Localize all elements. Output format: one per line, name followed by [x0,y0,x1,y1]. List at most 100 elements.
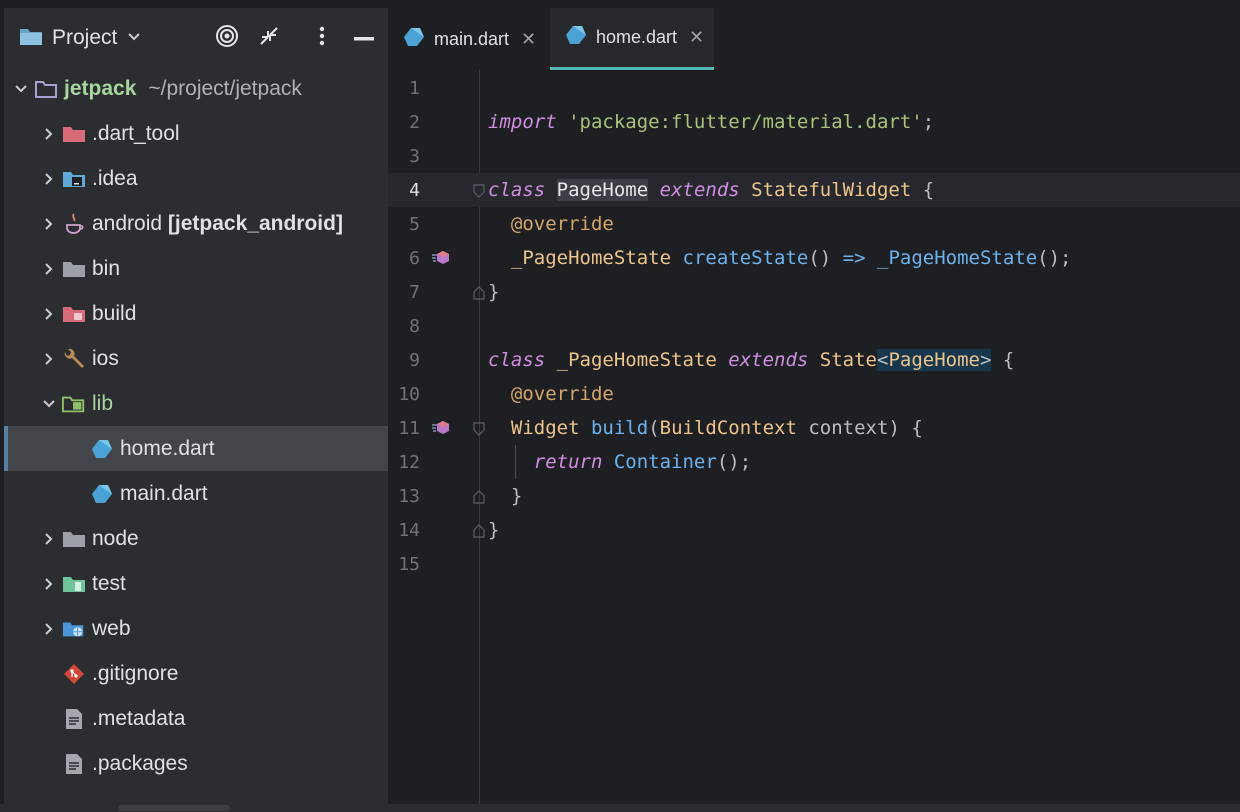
folder-icon [18,25,44,52]
tab-label: home.dart [596,27,678,47]
close-icon[interactable]: ✕ [521,29,536,50]
tree-item-home-dart[interactable]: home.dart [4,426,388,471]
keyword: return [533,451,603,473]
root-name: jetpack [64,76,137,100]
code-line[interactable]: 12 return Container(); [388,445,1240,479]
project-view-selector[interactable]: Project [18,25,141,51]
chevron-down-icon [127,29,141,47]
chevron-right-icon[interactable] [42,532,56,546]
chevron-down-icon[interactable] [42,397,56,411]
tree-item-bin[interactable]: bin [4,246,388,291]
tree-item-dart-tool[interactable]: .dart_tool [4,111,388,156]
collapse-icon [258,25,280,52]
source-folder-icon [62,393,86,415]
root-path: ~/project/jetpack [148,76,302,100]
scrollbar-thumb[interactable] [118,805,230,811]
keyword: class [488,349,546,371]
param-type: BuildContext [659,417,797,439]
tab-main-dart[interactable]: main.dart ✕ [388,8,548,70]
chevron-right-icon[interactable] [42,262,56,276]
tab-label: main.dart [434,28,510,49]
tree-item-label: main.dart [120,481,208,505]
locate-file-button[interactable] [213,24,241,52]
tree-item-packages[interactable]: .packages [4,741,388,786]
code-line[interactable]: 14 } [388,513,1240,547]
generic-bracket: < [877,349,889,371]
chevron-right-icon[interactable] [42,172,56,186]
code-line[interactable]: 5 @override [388,207,1240,241]
code-line[interactable]: 6 _PageHomeState createState() => _PageH… [388,241,1240,275]
tree-item-label: .dart_tool [92,121,180,145]
code-line[interactable]: 10 @override [388,377,1240,411]
git-icon [62,663,86,685]
tree-item-web[interactable]: web [4,606,388,651]
code-line[interactable]: 2 import 'package:flutter/material.dart'… [388,105,1240,139]
punctuation: (); [1037,247,1072,269]
tree-item-test[interactable]: test [4,561,388,606]
options-button[interactable] [308,24,336,52]
override-gutter-icon[interactable] [431,419,451,441]
chevron-right-icon[interactable] [42,307,56,321]
code-line[interactable]: 3 [388,139,1240,173]
chevron-right-icon[interactable] [42,577,56,591]
text-file-icon [62,753,86,775]
override-gutter-icon[interactable] [431,249,451,271]
tab-home-dart[interactable]: home.dart ✕ [550,8,714,70]
chevron-down-icon[interactable] [14,82,28,96]
code-editor[interactable]: 1 2 import 'package:flutter/material.dar… [388,70,1240,804]
collapse-all-button[interactable] [255,24,283,52]
code-line-current[interactable]: 4 class PageHome extends StatefulWidget … [388,173,1240,207]
line-number: 6 [409,248,420,269]
minimize-icon [354,29,374,47]
tree-item-label: lib [92,391,114,415]
tree-item-idea[interactable]: .idea [4,156,388,201]
tree-item-android[interactable]: android [jetpack_android] [4,201,388,246]
code-line[interactable]: 11 Widget build(BuildContext context) { [388,411,1240,445]
annotation: @override [510,213,614,235]
folder-icon [62,528,86,550]
folder-icon [62,123,86,145]
chevron-right-icon[interactable] [42,352,56,366]
tree-item-label: .gitignore [92,661,179,685]
chevron-right-icon[interactable] [42,622,56,636]
close-icon[interactable]: ✕ [689,27,704,48]
brace: } [510,485,523,507]
type-name: _PageHomeState [510,247,672,269]
code-line[interactable]: 9 class _PageHomeState extends State<Pag… [388,343,1240,377]
tree-item-node[interactable]: node [4,516,388,561]
code-line[interactable]: 15 [388,547,1240,581]
line-number: 13 [398,486,420,507]
keyword: class [488,179,546,201]
tree-item-build[interactable]: build [4,291,388,336]
java-module-icon [62,212,86,235]
chevron-right-icon[interactable] [42,217,56,231]
fold-end-icon[interactable] [473,521,485,543]
tree-item-ios[interactable]: ios [4,336,388,381]
fold-end-icon[interactable] [473,487,485,509]
fold-icon[interactable] [473,419,485,441]
code-line[interactable]: 1 [388,71,1240,105]
fold-icon[interactable] [473,181,485,203]
tree-item-label: ios [92,346,119,370]
constructor-call: _PageHomeState [877,247,1038,269]
tree-item-label: home.dart [120,436,215,460]
tree-item-root[interactable]: jetpack ~/project/jetpack [4,66,388,111]
chevron-right-icon[interactable] [42,127,56,141]
class-name: PageHome [556,179,649,201]
fold-end-icon[interactable] [473,283,485,305]
code-line[interactable]: 7 } [388,275,1240,309]
line-number: 4 [409,180,420,201]
type-name: Widget [510,417,580,439]
tree-item-metadata[interactable]: .metadata [4,696,388,741]
line-number: 14 [398,520,420,541]
code-line[interactable]: 8 [388,309,1240,343]
web-folder-icon [62,618,86,640]
tree-item-gitignore[interactable]: .gitignore [4,651,388,696]
module-name: [jetpack_android] [167,211,343,235]
hide-panel-button[interactable] [350,24,378,52]
tree-item-main-dart[interactable]: main.dart [4,471,388,516]
tree-item-lib[interactable]: lib [4,381,388,426]
test-folder-icon [62,573,86,595]
tree-item-label: .metadata [92,706,186,730]
code-line[interactable]: 13 } [388,479,1240,513]
